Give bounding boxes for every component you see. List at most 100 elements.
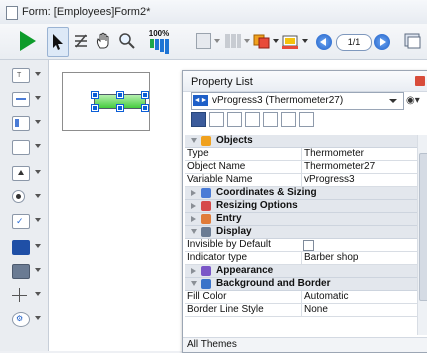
tab-coordinates-icon[interactable] — [245, 112, 260, 127]
tab-display-icon[interactable] — [281, 112, 296, 127]
property-label: Indicator type — [187, 252, 248, 263]
run-icon[interactable] — [18, 27, 38, 55]
toolbar: 100% 1/1 — [0, 24, 427, 60]
field-icon — [12, 92, 30, 107]
invisible-default-checkbox[interactable] — [303, 240, 314, 251]
tab-more-icon[interactable] — [299, 112, 314, 127]
selection-handle[interactable] — [117, 92, 123, 98]
combo-icon — [12, 140, 30, 155]
objects-icon — [201, 136, 211, 146]
section-entry[interactable]: Entry — [185, 213, 417, 226]
property-label: Invisible by Default — [187, 239, 271, 250]
property-list-window: Property List ◄► vProgress3 (Thermometer… — [182, 70, 427, 353]
list-tool[interactable] — [12, 114, 44, 132]
display-icon — [201, 227, 211, 237]
section-label: Background and Border — [216, 278, 331, 289]
splitter-tool[interactable] — [12, 286, 44, 304]
arrange-icon[interactable] — [253, 27, 279, 55]
window-title: Form: [Employees]Form2* — [22, 6, 151, 18]
selection-handle[interactable] — [142, 92, 148, 98]
close-icon[interactable] — [415, 76, 425, 86]
tab-objects-icon[interactable] — [209, 112, 224, 127]
section-resizing-options[interactable]: Resizing Options — [185, 200, 417, 213]
zoom-icon[interactable] — [117, 27, 137, 55]
splitter-icon — [12, 288, 28, 302]
section-label: Display — [216, 226, 252, 237]
rectangle-tool[interactable] — [12, 262, 44, 280]
resizing-icon — [201, 201, 211, 211]
property-list-footer: All Themes — [183, 337, 427, 352]
property-value: Automatic — [301, 291, 417, 303]
selection-handle[interactable] — [92, 92, 98, 98]
property-value: Barber shop — [301, 252, 417, 264]
property-row-fill-color[interactable]: Fill Color Automatic — [185, 291, 417, 304]
page-field[interactable]: 1/1 — [336, 34, 372, 51]
zoom-level-icon[interactable]: 100% — [141, 27, 177, 55]
selection-handle[interactable] — [142, 105, 148, 111]
tab-settings-icon[interactable] — [227, 112, 242, 127]
checkbox-icon: ✓ — [12, 214, 30, 229]
property-value: Thermometer27 — [301, 161, 417, 173]
section-coordinates-sizing[interactable]: Coordinates & Sizing — [185, 187, 417, 200]
object-selector[interactable]: ◄► vProgress3 (Thermometer27) — [191, 92, 404, 110]
section-background-border[interactable]: Background and Border — [185, 278, 417, 291]
section-label: Entry — [216, 213, 242, 224]
property-row-variable-name[interactable]: Variable Name vProgress3 — [185, 174, 417, 187]
property-row-invisible-default[interactable]: Invisible by Default — [185, 239, 417, 252]
views-icon[interactable] — [402, 27, 424, 55]
section-label: Resizing Options — [216, 200, 298, 211]
text-object-icon: T — [12, 68, 30, 83]
button-tool[interactable] — [12, 164, 44, 182]
text-object-tool[interactable]: T — [12, 66, 44, 84]
button-icon — [12, 166, 30, 181]
property-grid: Objects Type Thermometer Object Name The… — [185, 135, 417, 335]
tab-chart-icon[interactable] — [263, 112, 278, 127]
window-titlebar: Form: [Employees]Form2* — [0, 0, 427, 25]
eye-icon[interactable]: ◉▾ — [406, 95, 420, 106]
field-tool[interactable] — [12, 90, 44, 108]
themes-label: All Themes — [187, 339, 237, 350]
coordinates-icon — [201, 188, 211, 198]
chevron-down-icon — [389, 99, 397, 103]
property-label: Variable Name — [187, 174, 253, 185]
distribute-icon[interactable] — [224, 27, 250, 55]
entry-icon — [201, 214, 211, 224]
section-label: Coordinates & Sizing — [216, 187, 317, 198]
appearance-icon — [201, 266, 211, 276]
selection-handle[interactable] — [117, 105, 123, 111]
property-label: Object Name — [187, 161, 246, 172]
section-display[interactable]: Display — [185, 226, 417, 239]
property-list-scrollbar[interactable] — [417, 135, 427, 335]
property-list-titlebar: Property List — [183, 71, 427, 92]
prev-page-icon[interactable] — [316, 34, 332, 50]
selected-object-text: vProgress3 (Thermometer27) — [212, 95, 344, 106]
plugin-tool[interactable]: ⚙ — [12, 310, 44, 328]
property-value: None — [301, 304, 417, 316]
section-objects[interactable]: Objects — [185, 135, 417, 148]
property-row-type[interactable]: Type Thermometer — [185, 148, 417, 161]
align-icon[interactable] — [196, 27, 220, 55]
property-list-title: Property List — [191, 76, 253, 88]
object-type-icon: ◄► — [193, 95, 208, 106]
next-page-icon[interactable] — [374, 34, 390, 50]
property-label: Type — [187, 148, 209, 159]
property-row-object-name[interactable]: Object Name Thermometer27 — [185, 161, 417, 174]
scrollbar-thumb[interactable] — [419, 153, 427, 301]
combo-tool[interactable] — [12, 138, 44, 156]
property-value: vProgress3 — [301, 174, 417, 186]
section-appearance[interactable]: Appearance — [185, 265, 417, 278]
property-row-border-style[interactable]: Border Line Style None — [185, 304, 417, 317]
list-order-icon[interactable] — [72, 27, 90, 55]
radio-icon — [12, 190, 28, 203]
property-row-indicator-type[interactable]: Indicator type Barber shop — [185, 252, 417, 265]
indicator-tool[interactable] — [12, 238, 44, 256]
color-icon[interactable] — [282, 27, 308, 55]
hand-icon[interactable] — [94, 27, 112, 55]
zoom-label: 100% — [148, 28, 170, 38]
select-arrow-icon[interactable] — [47, 27, 69, 57]
tab-all-properties-icon[interactable] — [191, 112, 206, 127]
selection-handle[interactable] — [92, 105, 98, 111]
property-label: Fill Color — [187, 291, 227, 302]
checkbox-tool[interactable]: ✓ — [12, 212, 44, 230]
radio-tool[interactable] — [12, 188, 44, 206]
